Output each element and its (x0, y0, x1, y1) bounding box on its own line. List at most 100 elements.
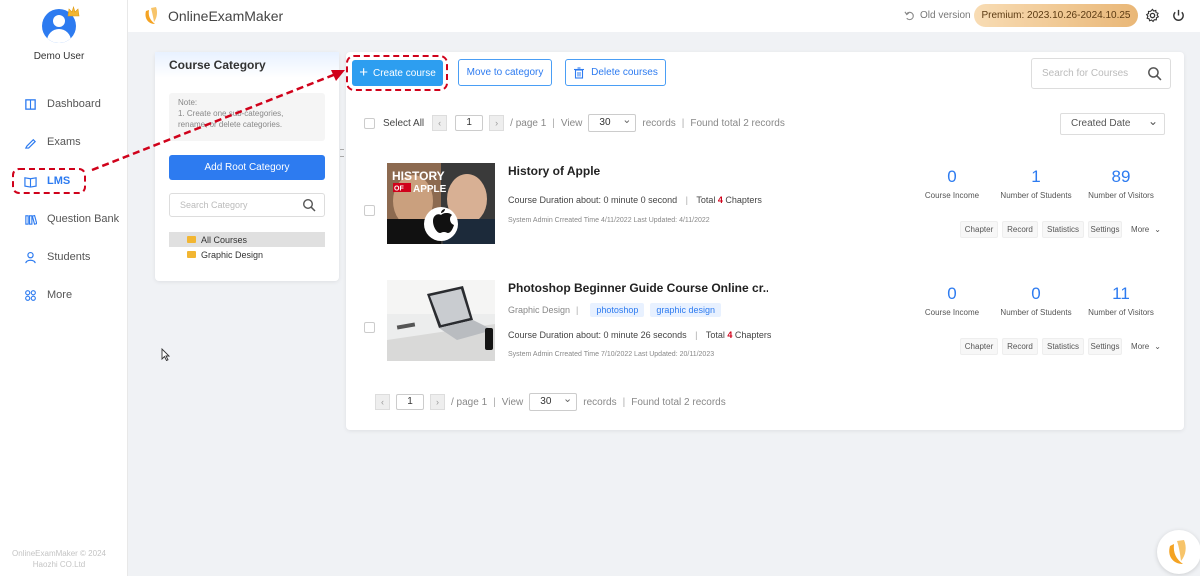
sidebar-item-question-bank[interactable]: Question Bank (24, 209, 119, 229)
records-per-page-select[interactable]: 30 (529, 391, 578, 411)
more-icon (25, 289, 36, 301)
add-root-category-button[interactable]: Add Root Category (169, 155, 325, 180)
power-icon[interactable] (1171, 8, 1186, 23)
prev-page-button[interactable]: ‹ (432, 115, 448, 131)
more-dropdown[interactable]: More ⌄ (1126, 338, 1166, 355)
search-icon[interactable] (302, 198, 316, 212)
number-of-visitors-stat: 89 Number of Visitors (1088, 167, 1154, 200)
app-name: OnlineExamMaker (168, 8, 284, 24)
records-per-page-select[interactable]: 30 (588, 112, 637, 132)
photoshop-course-thumbnail (387, 280, 495, 361)
course-checkbox[interactable] (364, 205, 375, 216)
number-of-students-stat: 1 Number of Students (1000, 167, 1072, 200)
statistics-button[interactable]: Statistics (1042, 338, 1084, 355)
students-icon (25, 251, 36, 263)
create-course-highlight-annotation (346, 55, 448, 91)
svg-text:OF: OF (394, 186, 404, 193)
panel-resize-handle[interactable] (340, 149, 344, 157)
sidebar-item-label: Question Bank (47, 213, 120, 225)
course-row: Photoshop Beginner Guide Course Online c… (346, 280, 1184, 384)
search-category-input[interactable]: Search Category (169, 193, 325, 217)
record-button[interactable]: Record (1002, 221, 1038, 238)
help-chat-button[interactable] (1157, 530, 1200, 574)
course-checkbox[interactable] (364, 322, 375, 333)
delete-courses-button[interactable]: Delete courses (565, 59, 666, 86)
settings-button[interactable]: Settings (1088, 221, 1122, 238)
select-all-checkbox[interactable] (364, 117, 375, 129)
copyright: OnlineExamMaker © 2024 Haozhi CO.Ltd (12, 549, 106, 569)
sidebar-item-students[interactable]: Students (24, 247, 90, 267)
course-income-stat: 0 Course Income (924, 167, 980, 200)
found-total: Found total 2 records (631, 396, 726, 408)
sidebar-item-label: Students (47, 251, 91, 263)
pager-top: Select All ‹ 1 › / page 1 | View 30 reco… (364, 112, 785, 132)
tag-badge[interactable]: graphic design (650, 303, 721, 317)
mouse-cursor-icon (161, 348, 170, 361)
number-of-visitors-stat: 11 Number of Visitors (1088, 284, 1154, 317)
exams-icon (24, 138, 36, 149)
course-thumbnail[interactable]: HISTORY OF APPLE (387, 163, 495, 244)
next-page-button[interactable]: › (489, 115, 505, 131)
svg-text:APPLE: APPLE (413, 184, 447, 195)
tree-item-all-courses[interactable]: All Courses (169, 232, 325, 247)
chapter-button[interactable]: Chapter (960, 221, 998, 238)
sidebar-item-label: More (47, 289, 73, 301)
dashboard-icon (25, 98, 36, 110)
search-icon[interactable] (1147, 66, 1162, 81)
select-all-label: Select All (383, 117, 425, 129)
sidebar-item-more[interactable]: More (24, 285, 72, 305)
trash-icon (574, 66, 585, 79)
settings-button[interactable]: Settings (1088, 338, 1122, 355)
premium-badge[interactable]: Premium: 2023.10.26-2024.10.25 (974, 4, 1138, 27)
sidebar-item-label: Exams (47, 136, 81, 148)
sidebar-item-dashboard[interactable]: Dashboard (24, 94, 101, 114)
tag-badge[interactable]: photoshop (590, 303, 645, 317)
folder-icon (187, 236, 196, 243)
chevron-down-icon: ⌄ (1154, 342, 1161, 351)
course-category-title: Course Category (169, 58, 266, 72)
move-to-category-button[interactable]: Move to category (458, 59, 552, 86)
statistics-button[interactable]: Statistics (1042, 221, 1084, 238)
course-category-panel: Course Category Note: 1. Create one sub-… (155, 52, 339, 281)
question-bank-icon (25, 214, 37, 225)
folder-icon (187, 251, 196, 258)
number-of-students-stat: 0 Number of Students (1000, 284, 1072, 317)
courses-main-panel: + Create course Move to category Delete … (346, 52, 1184, 430)
svg-text:HISTORY: HISTORY (392, 169, 445, 183)
lms-highlight-annotation (12, 168, 86, 194)
note-box: Note: 1. Create one sub-categories, rena… (169, 93, 325, 141)
undo-icon (904, 11, 914, 21)
found-total: Found total 2 records (690, 117, 785, 129)
course-created-info: System Admin Crreated Time 7/10/2022 Las… (508, 351, 715, 358)
next-page-button[interactable]: › (430, 394, 445, 410)
course-created-info: System Admin Crreated Time 4/11/2022 Las… (508, 217, 710, 224)
more-dropdown[interactable]: More ⌄ (1126, 221, 1166, 238)
sidebar-item-label: Dashboard (47, 98, 101, 110)
course-category-line: Graphic Design | photoshop graphic desig… (508, 303, 721, 317)
record-button[interactable]: Record (1002, 338, 1038, 355)
prev-page-button[interactable]: ‹ (375, 394, 390, 410)
tree-item-graphic-design[interactable]: Graphic Design (169, 247, 325, 262)
gear-icon[interactable] (1145, 8, 1160, 23)
course-duration: Course Duration about: 0 minute 26 secon… (508, 330, 772, 340)
page-input[interactable]: 1 (455, 115, 484, 131)
history-of-apple-thumbnail: HISTORY OF APPLE (387, 163, 495, 244)
chapter-button[interactable]: Chapter (960, 338, 998, 355)
sort-select[interactable]: Created Date (1060, 111, 1165, 135)
pager-bottom: ‹ 1 › / page 1 | View 30 records | Found… (375, 391, 726, 411)
course-row: HISTORY OF APPLE History of Apple Course… (346, 163, 1184, 267)
course-thumbnail[interactable] (387, 280, 495, 361)
search-courses-input[interactable]: Search for Courses (1031, 58, 1171, 89)
logo-icon (1169, 540, 1186, 564)
sidebar: Demo User Dashboard Exams LMS Question B… (0, 0, 128, 576)
old-version-link[interactable]: Old version (904, 10, 971, 21)
course-duration: Course Duration about: 0 minute 0 second… (508, 195, 762, 205)
chevron-down-icon: ⌄ (1154, 225, 1161, 234)
page-input[interactable]: 1 (396, 394, 424, 410)
sidebar-item-exams[interactable]: Exams (24, 132, 81, 152)
crown-icon (67, 6, 80, 17)
top-header: OnlineExamMaker Old version Premium: 202… (128, 0, 1200, 32)
logo-icon (145, 7, 158, 24)
course-title[interactable]: History of Apple (508, 164, 600, 178)
course-title[interactable]: Photoshop Beginner Guide Course Online c… (508, 281, 768, 295)
